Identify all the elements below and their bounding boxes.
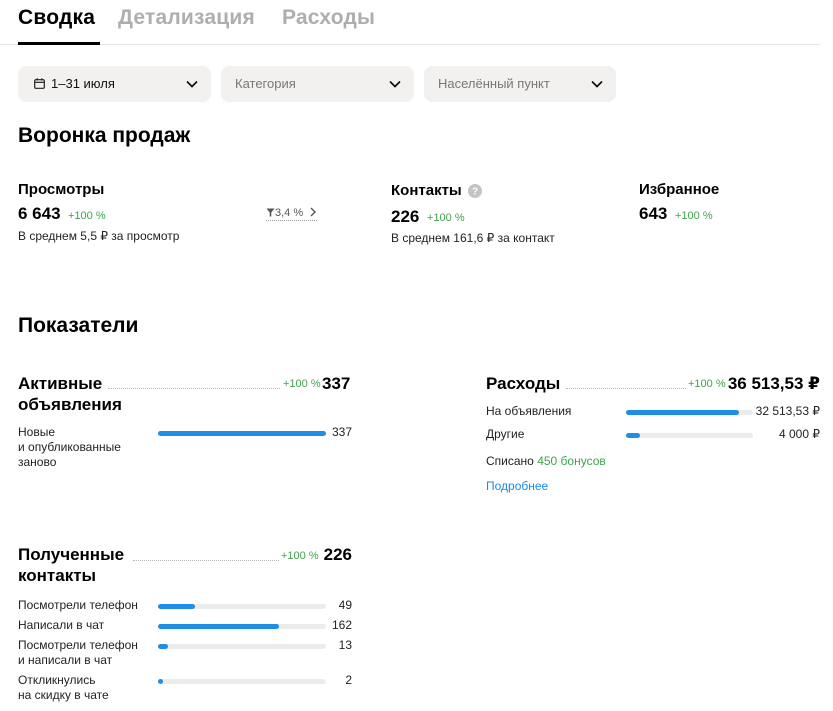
progress-bar xyxy=(158,431,326,436)
new-republished-label-line2: и опубликованные xyxy=(18,440,121,454)
received-contacts-title-line1: Полученные xyxy=(18,545,125,564)
new-republished-label-line3: заново xyxy=(18,455,57,469)
progress-bar-fill xyxy=(158,624,279,629)
calendar-icon xyxy=(34,78,45,89)
period-select[interactable]: 1–31 июля xyxy=(18,66,211,102)
favorites-value: 643 xyxy=(639,204,668,223)
help-icon[interactable]: ? xyxy=(468,184,482,198)
contact-row-value: 13 xyxy=(338,638,352,652)
location-placeholder: Населённый пункт xyxy=(438,76,550,91)
contacts-label: Контакты xyxy=(391,182,462,199)
bonus-value: 450 бонусов xyxy=(537,454,606,468)
expenses-ads-value: 32 513,53 ₽ xyxy=(755,404,820,418)
contact-row-label-line1: Посмотрели телефон xyxy=(18,598,138,612)
contacts-average: В среднем 161,6 ₽ за контакт xyxy=(391,231,555,245)
received-contacts-title: Полученные контакты xyxy=(18,544,124,586)
active-ads-change: +100 % xyxy=(283,378,321,390)
conversion-value: 3,4 % xyxy=(275,207,304,219)
svg-text:?: ? xyxy=(472,187,478,198)
progress-bar xyxy=(158,604,326,609)
active-tab-indicator xyxy=(18,42,100,45)
bonus-prefix: Списано xyxy=(486,454,534,468)
views-change: +100 % xyxy=(68,210,106,222)
conversion-rate[interactable]: 3,4 % xyxy=(266,207,318,221)
contact-row-label: Написали в чат xyxy=(18,618,104,633)
new-republished-label-line1: Новые xyxy=(18,425,56,439)
expenses-title: Расходы xyxy=(486,374,561,393)
category-select[interactable]: Категория xyxy=(221,66,414,102)
expenses-other-label: Другие xyxy=(486,427,525,441)
favorites-change: +100 % xyxy=(675,210,713,222)
progress-bar xyxy=(158,679,326,684)
active-ads-title: Активные объявления xyxy=(18,373,122,415)
tab-expenses[interactable]: Расходы xyxy=(282,6,375,30)
contact-row-label-line1: Посмотрели телефон xyxy=(18,638,138,652)
favorites-label: Избранное xyxy=(639,181,720,198)
progress-bar-fill xyxy=(158,679,163,684)
category-placeholder: Категория xyxy=(235,76,296,91)
tab-bar: Сводка Детализация Расходы xyxy=(0,0,820,45)
chevron-down-icon xyxy=(186,80,198,88)
chevron-down-icon xyxy=(389,80,401,88)
active-ads-title-line2: объявления xyxy=(18,395,122,414)
bonus-info: Списано 450 бонусов xyxy=(486,454,606,469)
contact-row-label: Откликнулись на скидку в чате xyxy=(18,673,109,703)
contact-row-label-line1: Написали в чат xyxy=(18,618,105,632)
indicators-title: Показатели xyxy=(18,314,139,337)
views-average: В среднем 5,5 ₽ за просмотр xyxy=(18,229,180,243)
contacts-change: +100 % xyxy=(427,212,465,224)
progress-bar-fill xyxy=(158,604,195,609)
new-republished-label: Новые и опубликованные заново xyxy=(18,425,121,470)
expenses-total: 36 513,53 ₽ xyxy=(727,374,820,393)
views-value: 6 643 xyxy=(18,204,61,223)
progress-bar-fill xyxy=(158,644,168,649)
contact-row-label-line1: Откликнулись xyxy=(18,673,96,687)
dotted-leader xyxy=(108,388,280,389)
active-ads-title-line1: Активные xyxy=(18,374,103,393)
expenses-ads-label: На объявления xyxy=(486,404,572,418)
contact-row-label: Посмотрели телефон xyxy=(18,598,138,613)
dotted-leader xyxy=(133,560,279,561)
expenses-other-value: 4 000 ₽ xyxy=(779,427,820,441)
new-republished-value: 337 xyxy=(331,425,352,439)
location-select[interactable]: Населённый пункт xyxy=(424,66,616,102)
chevron-right-icon xyxy=(310,207,317,217)
progress-bar xyxy=(158,644,326,649)
details-link[interactable]: Подробнее xyxy=(486,479,548,493)
contacts-value: 226 xyxy=(391,207,420,226)
active-ads-total: 337 xyxy=(322,374,351,393)
progress-bar-fill xyxy=(158,431,326,436)
contact-row-label-line2: и написали в чат xyxy=(18,653,113,667)
views-label: Просмотры xyxy=(18,181,105,198)
received-contacts-title-line2: контакты xyxy=(18,566,97,585)
progress-bar-fill xyxy=(626,433,640,438)
chevron-down-icon xyxy=(591,80,603,88)
progress-bar xyxy=(158,624,326,629)
received-contacts-total: 226 xyxy=(323,545,352,564)
tab-details[interactable]: Детализация xyxy=(118,6,255,30)
funnel-title: Воронка продаж xyxy=(18,124,191,147)
contact-row-value: 2 xyxy=(345,673,352,687)
contact-row-label: Посмотрели телефон и написали в чат xyxy=(18,638,138,668)
contact-row-value: 162 xyxy=(331,618,352,632)
contact-row-value: 49 xyxy=(338,598,352,612)
contact-row-label-line2: на скидку в чате xyxy=(18,688,109,702)
tab-summary[interactable]: Сводка xyxy=(18,6,95,30)
period-value: 1–31 июля xyxy=(51,76,115,91)
filter-funnel-icon xyxy=(266,208,275,217)
